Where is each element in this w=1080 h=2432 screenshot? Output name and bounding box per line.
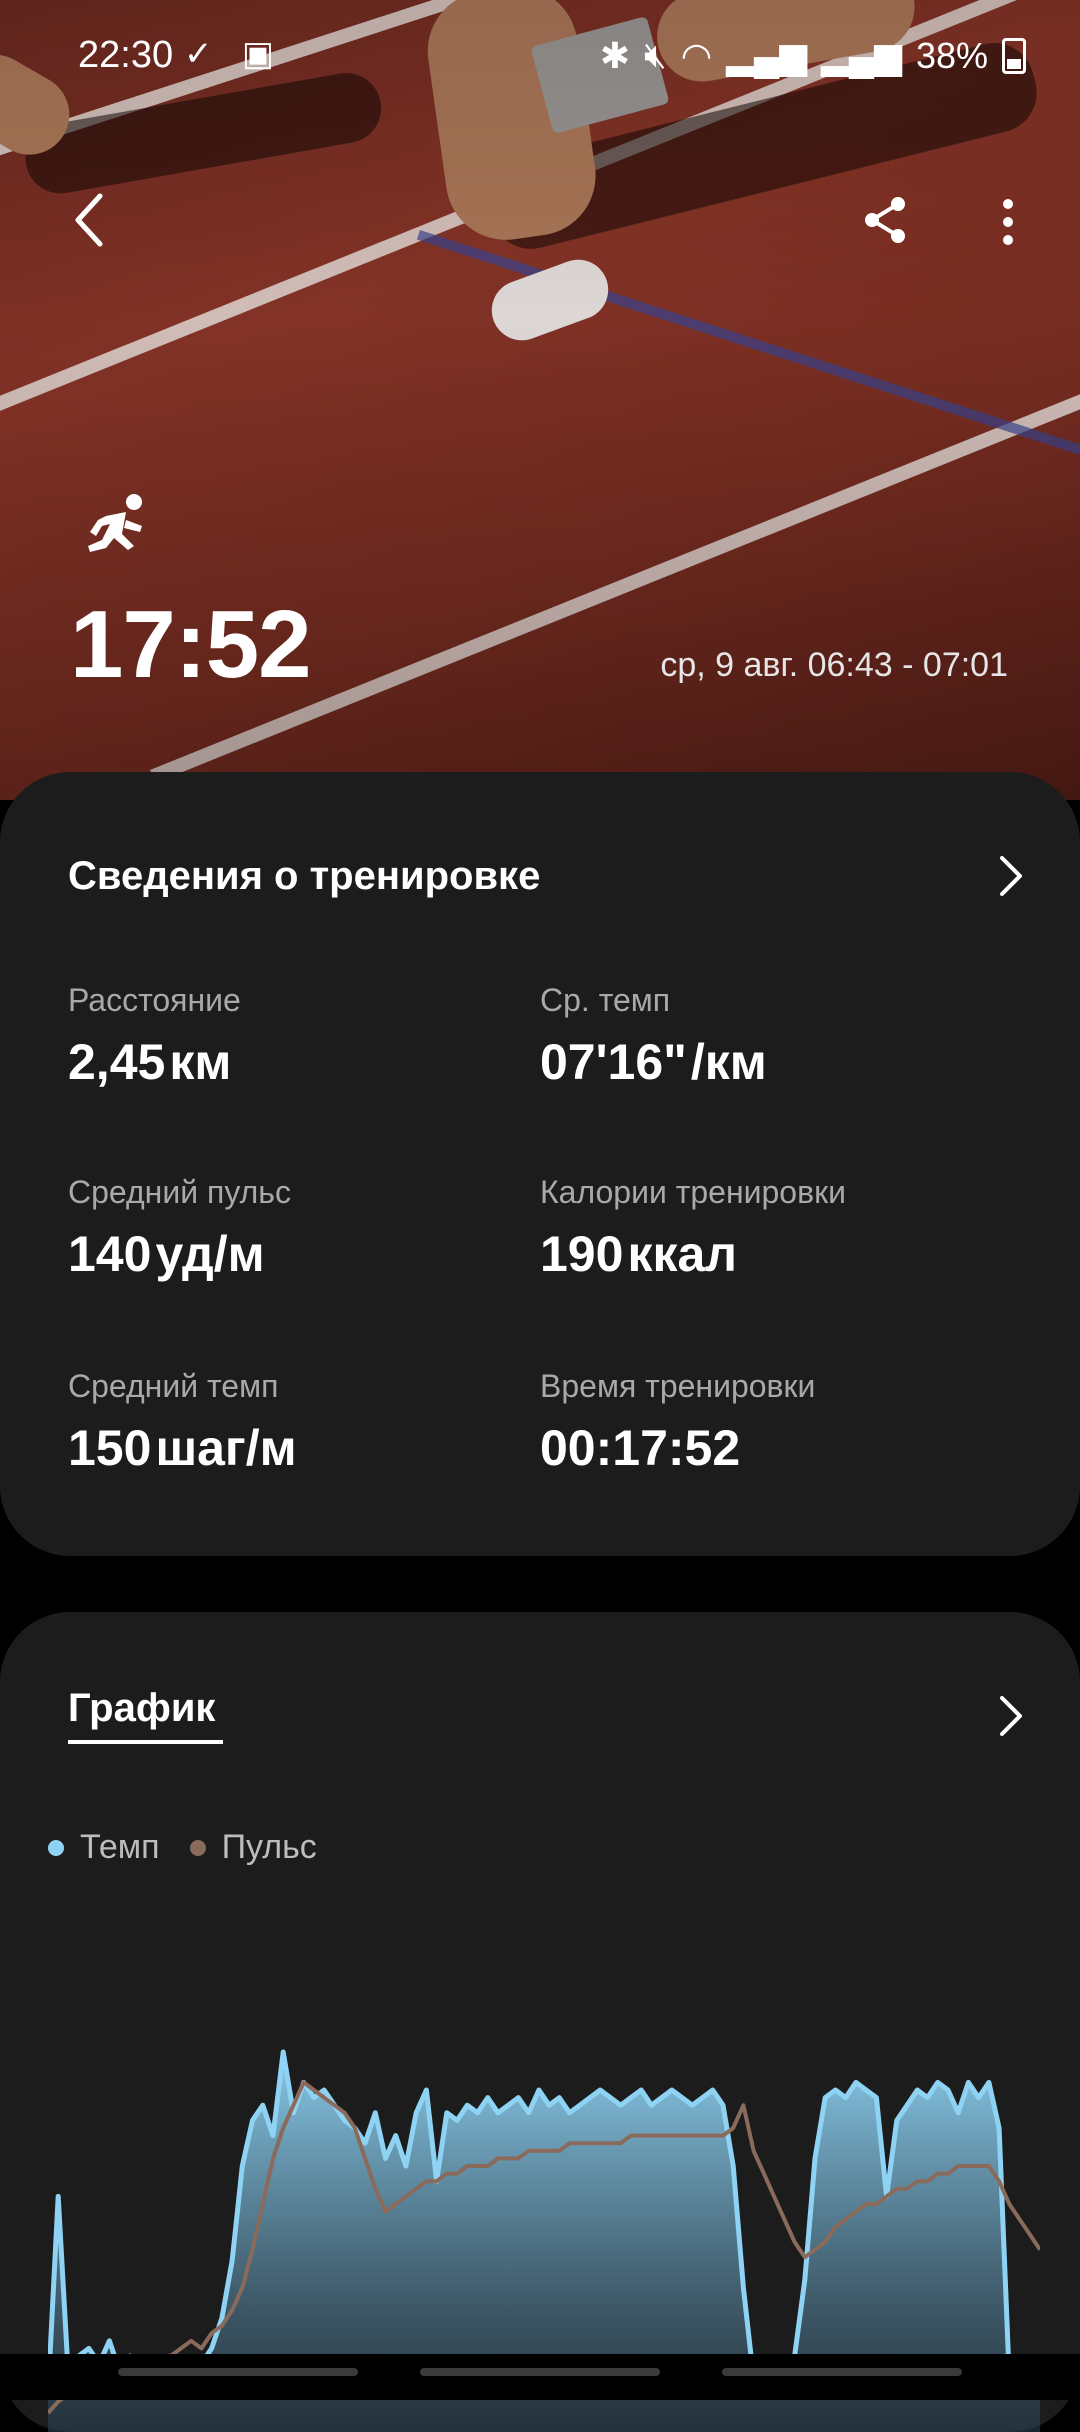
workout-date-range: ср, 9 авг. 06:43 - 07:01 — [660, 646, 1008, 684]
metric-label: Время тренировки — [540, 1368, 816, 1404]
graph-card[interactable]: График Темп Пульс — [0, 1612, 1080, 2432]
running-icon — [88, 494, 142, 552]
nav-home-button[interactable] — [420, 2368, 660, 2376]
metric-cadence: Средний темп 150шаг/м — [68, 1368, 297, 1477]
legend-dot — [189, 1839, 206, 1856]
battery-percent: 38% — [915, 34, 988, 76]
nav-back-button[interactable] — [722, 2368, 962, 2376]
graph-tab-title[interactable]: График — [68, 1686, 215, 1731]
mute-icon: 🔇︎ — [644, 34, 667, 75]
metric-label: Калории тренировки — [540, 1174, 846, 1210]
battery-icon — [1002, 37, 1026, 74]
metric-value: 00:17:52 — [540, 1420, 741, 1476]
legend-label: Пульс — [221, 1828, 317, 1866]
wifi-icon: ◠ — [680, 34, 713, 76]
status-right: ✱ 🔇︎ ◠ ▂▄▆ ▂▄▆ 38% — [600, 34, 1026, 77]
workout-details-title: Сведения о тренировке — [68, 854, 541, 898]
legend-item-pace[interactable]: Темп — [48, 1828, 160, 1867]
metric-label: Средний пульс — [68, 1174, 291, 1210]
signal-icon: ▂▄▆ — [726, 34, 808, 76]
tab-underline — [68, 1740, 223, 1744]
bluetooth-icon: ✱ — [599, 34, 631, 76]
metric-avg-heart-rate: Средний пульс 140уд/м — [68, 1174, 291, 1283]
legend-label: Темп — [80, 1828, 160, 1866]
status-time: 22:30 — [78, 34, 174, 76]
metric-avg-pace: Ср. темп 07'16"/км — [540, 982, 767, 1091]
legend-item-heart-rate[interactable]: Пульс — [189, 1828, 317, 1867]
metric-distance: Расстояние 2,45км — [68, 982, 241, 1091]
metric-value: 150шаг/м — [68, 1420, 297, 1476]
metric-workout-time: Время тренировки 00:17:52 — [540, 1368, 815, 1477]
metric-value: 07'16"/км — [540, 1034, 767, 1090]
back-icon[interactable] — [70, 190, 110, 250]
more-options-icon[interactable] — [998, 192, 1018, 252]
chevron-right-icon[interactable] — [994, 852, 1028, 900]
signal-icon: ▂▄▆ — [821, 34, 902, 76]
legend-dot — [48, 1839, 64, 1856]
metric-value: 140уд/м — [68, 1226, 265, 1282]
workout-details-card[interactable]: Сведения о тренировке Расстояние 2,45км … — [0, 772, 1080, 1556]
graph-legend: Темп Пульс — [48, 1828, 317, 1867]
metric-value: 190ккал — [540, 1226, 738, 1282]
metric-calories: Калории тренировки 190ккал — [540, 1174, 846, 1283]
metric-value: 2,45км — [68, 1034, 232, 1090]
status-notification-icons: ✓ ▣ — [184, 35, 285, 73]
workout-duration: 17:52 — [70, 591, 312, 698]
share-icon[interactable] — [860, 190, 910, 250]
metric-label: Расстояние — [68, 982, 241, 1018]
chevron-right-icon[interactable] — [994, 1692, 1028, 1740]
status-bar: 22:30 ✓ ▣ ✱ 🔇︎ ◠ ▂▄▆ ▂▄▆ 38% — [0, 0, 1080, 110]
metric-label: Средний темп — [68, 1368, 279, 1404]
navigation-bar — [0, 2354, 1080, 2400]
nav-recents-button[interactable] — [118, 2368, 358, 2376]
metric-label: Ср. темп — [540, 982, 671, 1018]
